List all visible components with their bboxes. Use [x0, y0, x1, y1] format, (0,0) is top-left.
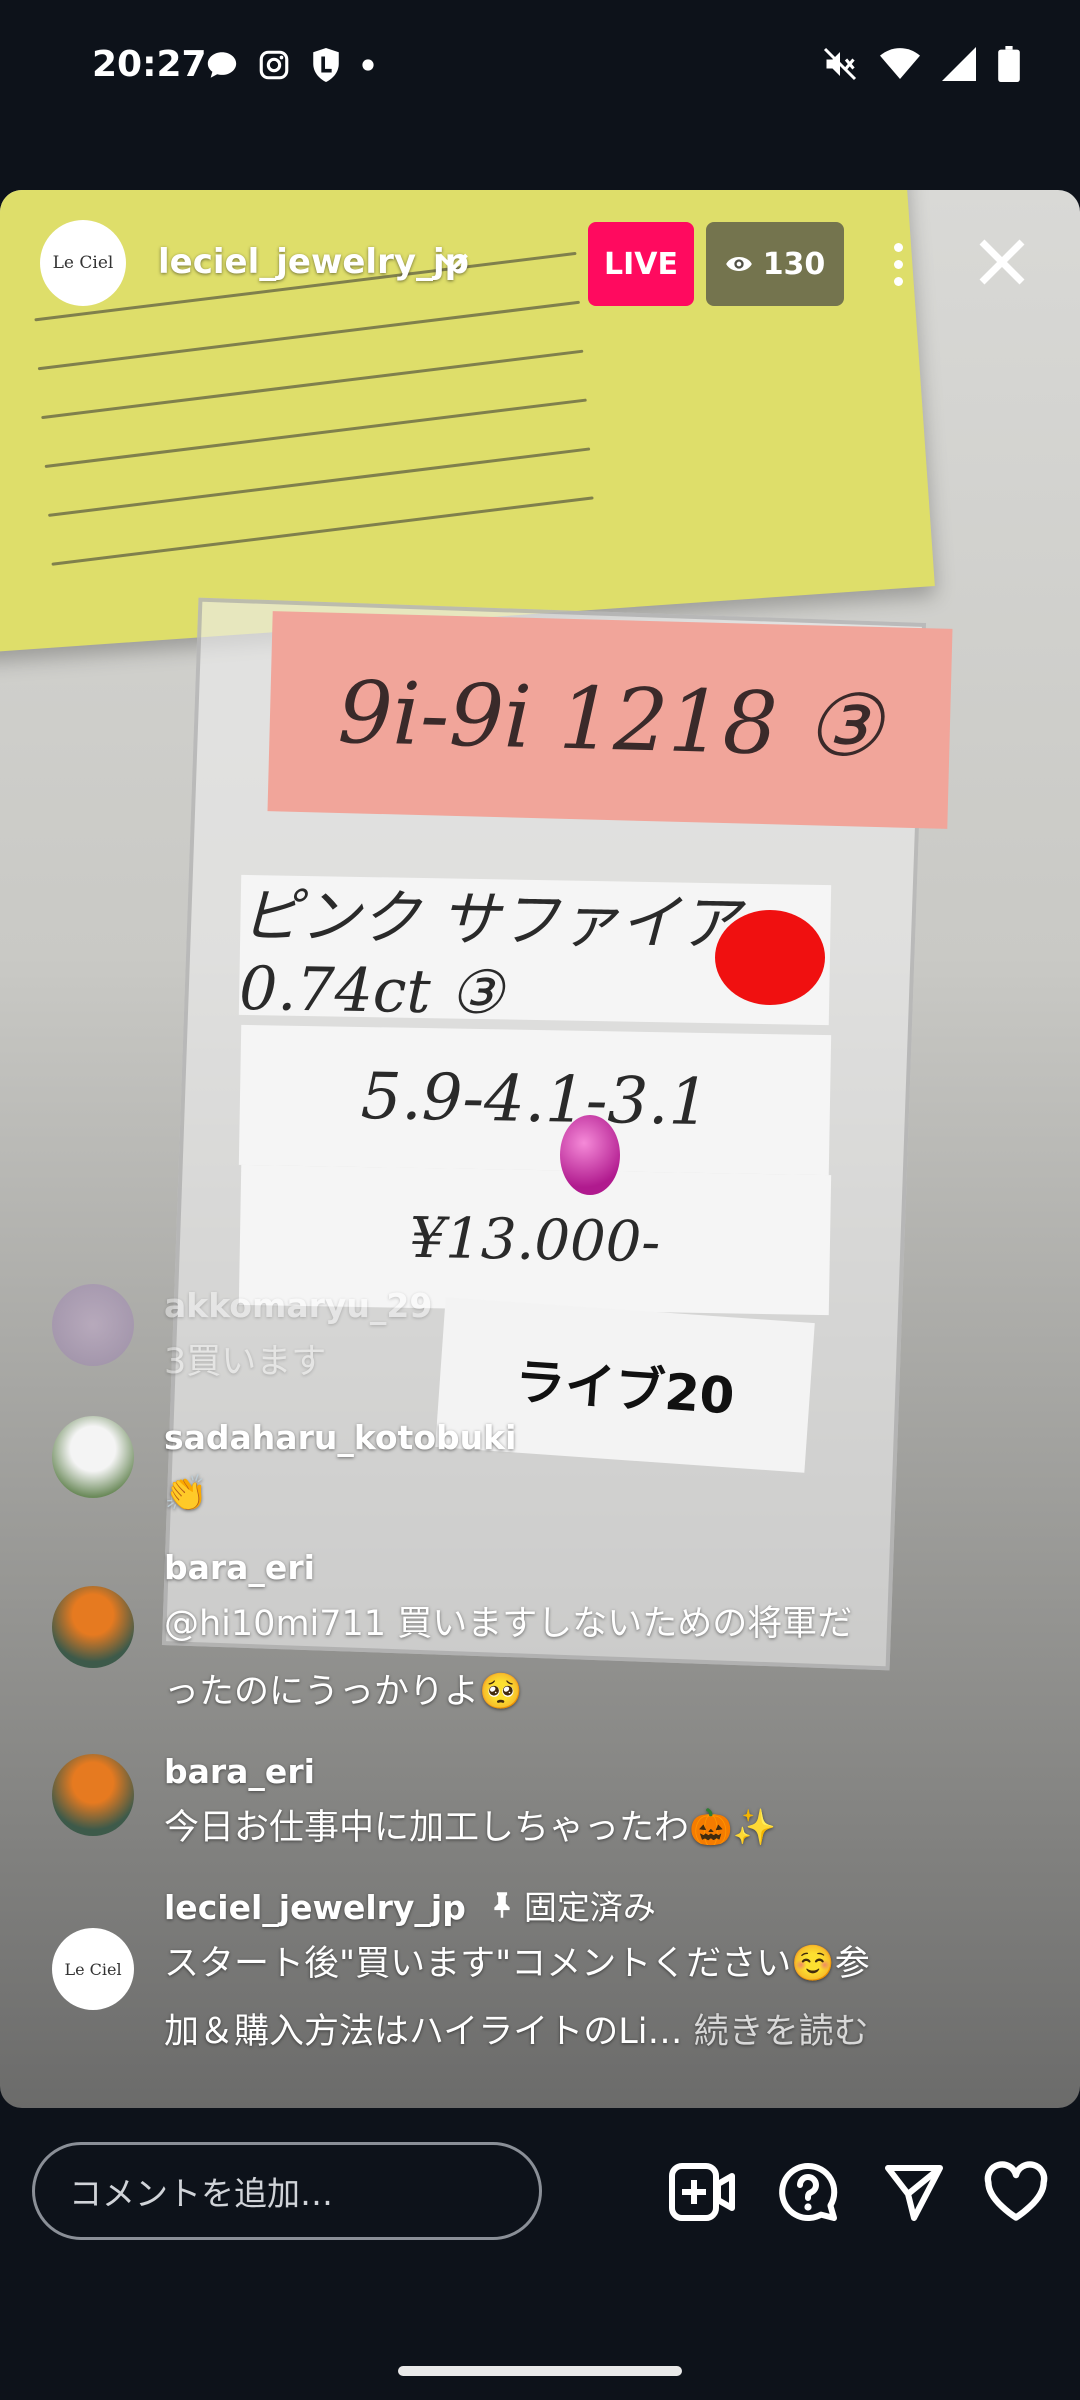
product-tag: 9i-9i 1218 ③ — [267, 611, 953, 829]
commenter-avatar[interactable] — [52, 1754, 134, 1836]
add-video-icon[interactable] — [668, 2160, 736, 2224]
comment-text: 今日お仕事中に加工しちゃったわ🎃✨ — [164, 1808, 777, 1848]
comment-text-line: スタート後"買います"コメントください☺️参 — [164, 1944, 870, 1984]
battery-icon — [998, 46, 1020, 82]
close-icon[interactable] — [972, 232, 1032, 292]
chat-bubble-icon — [207, 52, 237, 78]
comment-username[interactable]: leciel_jewelry_jp 固定済み — [164, 1886, 964, 1930]
comment-username[interactable]: bara_eri — [164, 1546, 964, 1590]
product-card-size: 5.9-4.1-3.1 — [238, 1024, 832, 1176]
pin-icon — [494, 1892, 510, 1918]
bottom-bar: コメントを追加… — [0, 2108, 1080, 2288]
instagram-icon — [259, 50, 289, 80]
eye-icon — [725, 257, 752, 271]
wifi-icon — [880, 48, 920, 79]
commenter-avatar[interactable] — [52, 1416, 134, 1498]
read-more-link[interactable]: 続きを読む — [694, 2012, 869, 2052]
mute-icon — [823, 47, 857, 81]
question-icon[interactable] — [774, 2160, 842, 2224]
signal-icon — [942, 47, 976, 81]
comment-input[interactable]: コメントを追加… — [32, 2142, 542, 2240]
live-badge: LIVE — [588, 222, 694, 306]
comment-text: 👏 — [164, 1474, 208, 1514]
chevron-down-icon[interactable] — [435, 246, 471, 276]
commenter-avatar[interactable] — [52, 1586, 134, 1668]
comment-text-line: @hi10mi711 買いますしないための将軍だ — [164, 1604, 853, 1644]
commenter-avatar[interactable] — [52, 1284, 134, 1366]
comment-text-line: 加＆購入方法はハイライトのLi… 続きを読む — [164, 2012, 869, 2052]
comment-username[interactable]: sadaharu_kotobuki — [164, 1416, 964, 1460]
viewer-count: 130 — [762, 246, 826, 282]
shield-l-icon — [313, 48, 339, 82]
send-icon[interactable] — [880, 2160, 948, 2224]
heart-icon[interactable] — [982, 2160, 1050, 2224]
red-sticker — [715, 910, 825, 1005]
dot-icon — [362, 59, 374, 71]
commenter-avatar[interactable]: Le Ciel — [52, 1928, 134, 2010]
home-indicator[interactable] — [398, 2366, 682, 2376]
comment-username[interactable]: bara_eri — [164, 1750, 964, 1794]
comment-text: 3買います — [164, 1342, 327, 1382]
status-time: 20:27 — [92, 44, 207, 85]
pink-sapphire — [560, 1115, 620, 1195]
host-username[interactable]: leciel_jewelry_jp — [158, 242, 469, 282]
viewer-count-badge[interactable]: 130 — [706, 222, 844, 306]
pinned-badge: 固定済み — [491, 1888, 656, 1927]
comment-username[interactable]: akkomaryu_29 — [164, 1284, 964, 1328]
status-bar: 20:27 — [0, 0, 1080, 140]
more-options-icon[interactable] — [880, 228, 916, 300]
host-avatar[interactable]: Le Ciel — [40, 220, 126, 306]
comment-text-line: ったのにうっかりよ🥺 — [164, 1672, 523, 1712]
